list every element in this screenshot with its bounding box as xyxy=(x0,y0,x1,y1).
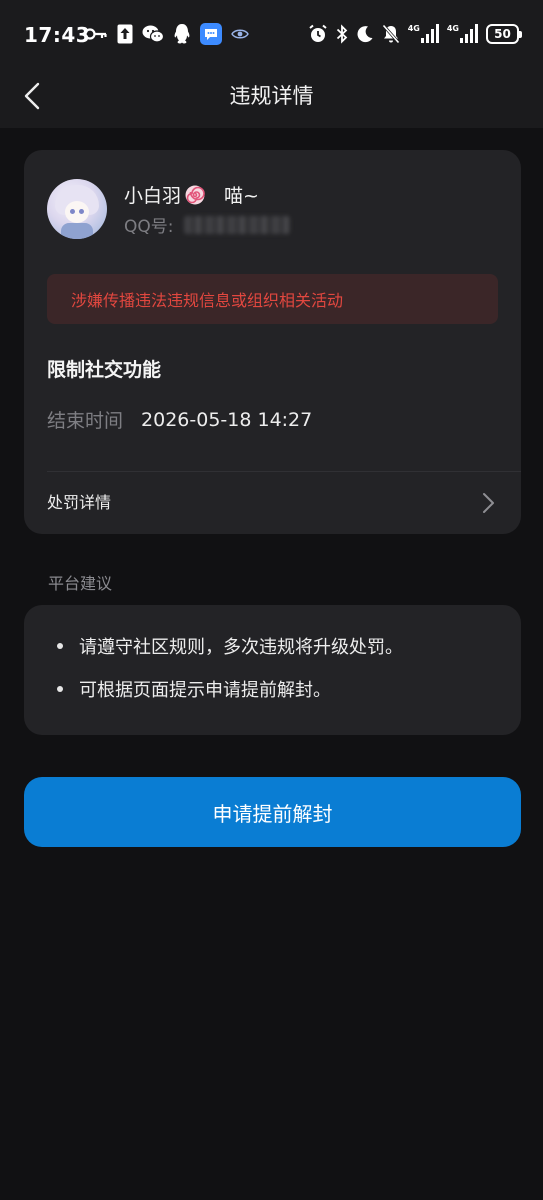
lollipop-icon xyxy=(184,184,206,206)
network-label: 4G xyxy=(407,24,420,33)
nickname-row: 小白羽 喵~ xyxy=(124,181,259,208)
end-time-value: 2026-05-18 14:27 xyxy=(141,408,313,431)
chevron-right-icon xyxy=(481,492,495,514)
alarm-icon xyxy=(308,24,328,44)
advice-list: 请遵守社区规则，多次违规将升级处罚。 可根据页面提示申请提前解封。 xyxy=(57,636,403,722)
nav-bar: 违规详情 xyxy=(0,68,543,128)
qq-penguin-icon xyxy=(173,23,191,45)
violation-card: 小白羽 喵~ QQ号: 涉嫌传播违法违规信息或组织相关活动 限制社交功能 结束时… xyxy=(24,150,521,534)
bluetooth-icon xyxy=(336,24,348,44)
moon-icon xyxy=(356,25,374,43)
apply-early-unban-button[interactable]: 申请提前解封 xyxy=(24,777,521,847)
status-right-icons: 4G 4G 50 xyxy=(308,23,522,45)
bullet xyxy=(57,686,63,692)
advice-text: 请遵守社区规则，多次违规将升级处罚。 xyxy=(79,637,403,658)
bell-off-icon xyxy=(382,24,400,44)
status-bar: 17:43 4G 4G 50 xyxy=(0,0,543,68)
upload-arrow-icon xyxy=(117,24,133,44)
penalty-details-label: 处罚详情 xyxy=(47,493,112,512)
eye-icon xyxy=(231,28,249,40)
advice-heading: 平台建议 xyxy=(48,574,113,593)
nickname-suffix: 喵~ xyxy=(224,185,259,207)
status-left-icons xyxy=(84,23,249,45)
network-label: 4G xyxy=(446,24,459,33)
end-time-label: 结束时间 xyxy=(47,410,124,432)
end-time-row: 结束时间 2026-05-18 14:27 xyxy=(47,406,312,433)
avatar[interactable] xyxy=(47,179,107,239)
key-icon xyxy=(84,27,108,41)
qq-number-redacted xyxy=(183,215,290,234)
battery-indicator: 50 xyxy=(486,24,522,44)
restriction-title: 限制社交功能 xyxy=(47,359,162,381)
page-title: 违规详情 xyxy=(229,84,314,108)
signal-4g-icon: 4G xyxy=(408,24,439,44)
penalty-details-row[interactable]: 处罚详情 xyxy=(24,472,521,534)
status-time: 17:43 xyxy=(24,23,91,47)
list-item: 可根据页面提示申请提前解封。 xyxy=(57,679,403,701)
wechat-icon xyxy=(142,25,164,43)
qq-number-row: QQ号: xyxy=(124,212,290,237)
bullet xyxy=(57,643,63,649)
list-item: 请遵守社区规则，多次违规将升级处罚。 xyxy=(57,636,403,658)
advice-text: 可根据页面提示申请提前解封。 xyxy=(79,680,331,701)
advice-card: 请遵守社区规则，多次违规将升级处罚。 可根据页面提示申请提前解封。 xyxy=(24,605,521,735)
violation-reason: 涉嫌传播违法违规信息或组织相关活动 xyxy=(71,291,344,310)
signal-4g-icon: 4G xyxy=(447,24,478,44)
battery-level: 50 xyxy=(494,27,511,41)
page: 17:43 4G 4G 50 违规详情 小白羽 喵~ QQ号: 涉嫌传播违法违规… xyxy=(0,0,543,1200)
chat-bubble-icon xyxy=(200,23,222,45)
qq-label: QQ号: xyxy=(124,217,174,237)
violation-alert: 涉嫌传播违法违规信息或组织相关活动 xyxy=(47,274,498,324)
nickname: 小白羽 xyxy=(124,185,182,207)
